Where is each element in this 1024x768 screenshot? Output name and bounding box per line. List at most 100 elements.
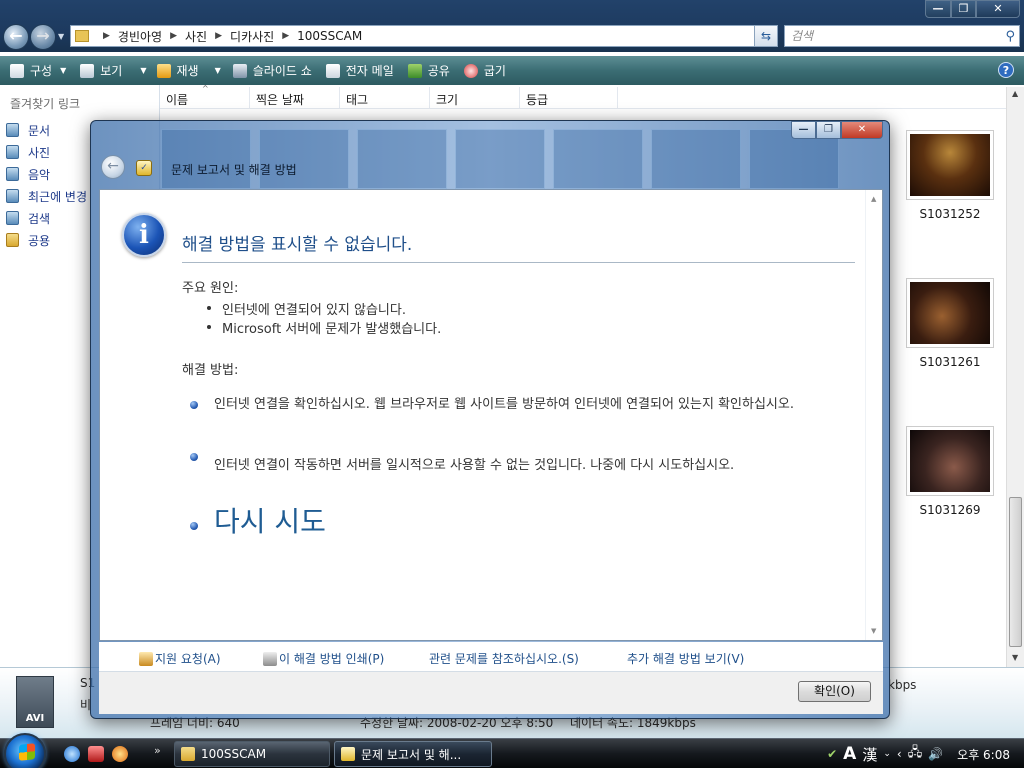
show-hidden-icons-icon[interactable]: ‹ [897,747,902,761]
share-label: 공유 [427,64,450,78]
breadcrumb-item[interactable]: 디카사진 [230,28,274,45]
scroll-down-icon[interactable]: ▼ [871,627,876,635]
close-button[interactable]: ✕ [976,0,1020,18]
file-list-scrollbar[interactable]: ▲ ▼ [1006,87,1024,667]
dialog-maximize-button[interactable]: ❐ [816,121,841,139]
clock[interactable]: 오후 6:08 [957,746,1010,763]
taskbar-item-problem-reports[interactable]: 문제 보고서 및 해... [334,741,492,767]
dialog-scrollbar[interactable]: ▲ ▼ [865,190,882,640]
photo-thumbnail[interactable] [906,426,994,496]
breadcrumb-item[interactable]: 100SSCAM [297,29,362,43]
search-input[interactable]: 검색 ⚲ [784,25,1020,47]
fav-item-pictures[interactable]: 사진 [6,141,87,163]
photo-thumbnail[interactable] [906,130,994,200]
retry-bullet-icon [190,522,198,530]
print-solution-link[interactable]: 이 해결 방법 인쇄(P) [263,650,384,667]
fav-item-public[interactable]: 공용 [6,229,87,251]
fav-item-label: 검색 [28,211,51,226]
fav-item-label: 최근에 변경 [28,189,88,204]
volume-icon[interactable]: 🔊 [928,747,943,761]
dialog-content: i 해결 방법을 표시할 수 없습니다. 주요 원인: 인터넷에 연결되어 있지… [99,189,883,641]
fav-item-label: 음악 [28,167,51,182]
back-button[interactable]: ← [3,24,29,50]
dialog-close-button[interactable]: ✕ [841,121,883,139]
share-button[interactable]: 공유 [407,62,450,79]
breadcrumb-separator-icon[interactable]: ▶ [170,31,177,41]
ime-options-icon[interactable]: ⌄ [883,749,891,759]
slideshow-button[interactable]: 슬라이드 쇼 [232,62,312,79]
play-button[interactable]: 재생 ▼ [156,62,221,79]
views-icon [80,63,95,78]
support-request-link[interactable]: 지원 요청(A) [139,650,221,667]
breadcrumb-item[interactable]: 사진 [185,28,207,45]
quick-launch-app-icon[interactable] [88,746,104,762]
views-button[interactable]: 보기 ▼ [80,62,147,79]
ok-button[interactable]: 확인(O) [798,681,871,702]
retry-link[interactable]: 다시 시도 [214,500,326,540]
dialog-footer: 확인(O) [99,672,883,714]
search-icon[interactable]: ⚲ [1005,27,1015,47]
minimize-button[interactable]: — [925,0,951,18]
hanja-button[interactable]: 漢 [862,744,877,765]
email-button[interactable]: 전자 메일 [325,62,394,79]
solution-item: 인터넷 연결을 확인하십시오. 웹 브라우저로 웹 사이트를 방문하여 인터넷에… [214,397,794,412]
breadcrumb-separator-icon[interactable]: ▶ [282,31,289,41]
thumbnail-label[interactable]: S1031269 [900,503,1000,517]
quick-launch-more-icon[interactable]: » [154,744,161,757]
organize-label: 구성 [30,64,53,78]
breadcrumb-separator-icon[interactable]: ▶ [103,31,110,41]
burn-label: 굽기 [483,64,506,78]
column-rating[interactable]: 등급 [520,87,618,109]
fav-item-music[interactable]: 음악 [6,163,87,185]
column-label: 찍은 날짜 [256,93,304,107]
fav-item-recent[interactable]: 최근에 변경 [6,185,87,207]
scroll-up-icon[interactable]: ▲ [871,195,876,203]
dialog-window-controls: — ❐ ✕ [791,121,883,139]
related-problems-link[interactable]: 관련 문제를 참조하십시오.(S) [429,650,579,667]
fav-item-searches[interactable]: 검색 [6,207,87,229]
scroll-down-icon[interactable]: ▼ [1012,653,1018,662]
ime-mode-indicator[interactable]: A [843,744,856,764]
internet-explorer-icon[interactable] [64,746,80,762]
breadcrumb-item[interactable]: 경빈아영 [118,28,162,45]
heading-divider [182,262,855,263]
more-solutions-link[interactable]: 추가 해결 방법 보기(V) [627,650,744,667]
fav-item-documents[interactable]: 문서 [6,119,87,141]
media-player-icon[interactable] [112,746,128,762]
column-size[interactable]: 크기 [430,87,520,109]
forward-button[interactable]: → [30,24,56,50]
start-button[interactable] [4,733,46,768]
scrollbar-thumb[interactable] [1009,497,1022,647]
dialog-back-button[interactable]: ← [101,155,125,179]
language-bar-icon[interactable]: ✔ [827,747,837,761]
organize-icon [10,63,24,78]
organize-button[interactable]: 구성 ▼ [10,62,66,79]
address-bar[interactable]: ▶ 경빈아영 ▶ 사진 ▶ 디카사진 ▶ 100SSCAM ▼ [70,25,778,47]
refresh-button[interactable]: ⇆ [754,25,778,47]
burn-icon [463,63,478,78]
scroll-up-icon[interactable]: ▲ [1012,89,1018,98]
problem-reports-dialog: — ❐ ✕ ← ✓ 문제 보고서 및 해결 방법 i 해결 방법을 표시할 수 … [90,120,890,719]
photo-thumbnail[interactable] [906,278,994,348]
slideshow-icon [232,63,247,78]
back-arrow-icon: ← [107,158,119,174]
breadcrumb-separator-icon[interactable]: ▶ [215,31,222,41]
dialog-minimize-button[interactable]: — [791,121,816,139]
maximize-button[interactable]: ❐ [951,0,976,18]
column-tags[interactable]: 태그 [340,87,430,109]
documents-icon [6,123,19,137]
column-date-taken[interactable]: 찍은 날짜 [250,87,340,109]
glass-background [161,129,861,189]
thumbnail-label[interactable]: S1031252 [900,207,1000,221]
column-name[interactable]: 이름 ^ [160,84,250,109]
favorite-links-list: 문서 사진 음악 최근에 변경 검색 공용 [6,119,87,251]
burn-button[interactable]: 굽기 [463,62,506,79]
command-toolbar: 구성 ▼ 보기 ▼ 재생 ▼ 슬라이드 쇼 전자 메일 공유 굽기 ? [0,56,1024,85]
network-icon[interactable]: 🖧 [908,743,923,765]
support-request-label: 지원 요청(A) [155,652,221,666]
email-icon [325,63,340,78]
recent-pages-dropdown[interactable]: ▼ [58,32,64,41]
thumbnail-label[interactable]: S1031261 [900,355,1000,369]
help-button[interactable]: ? [998,62,1014,78]
taskbar-item-explorer[interactable]: 100SSCAM [174,741,330,767]
